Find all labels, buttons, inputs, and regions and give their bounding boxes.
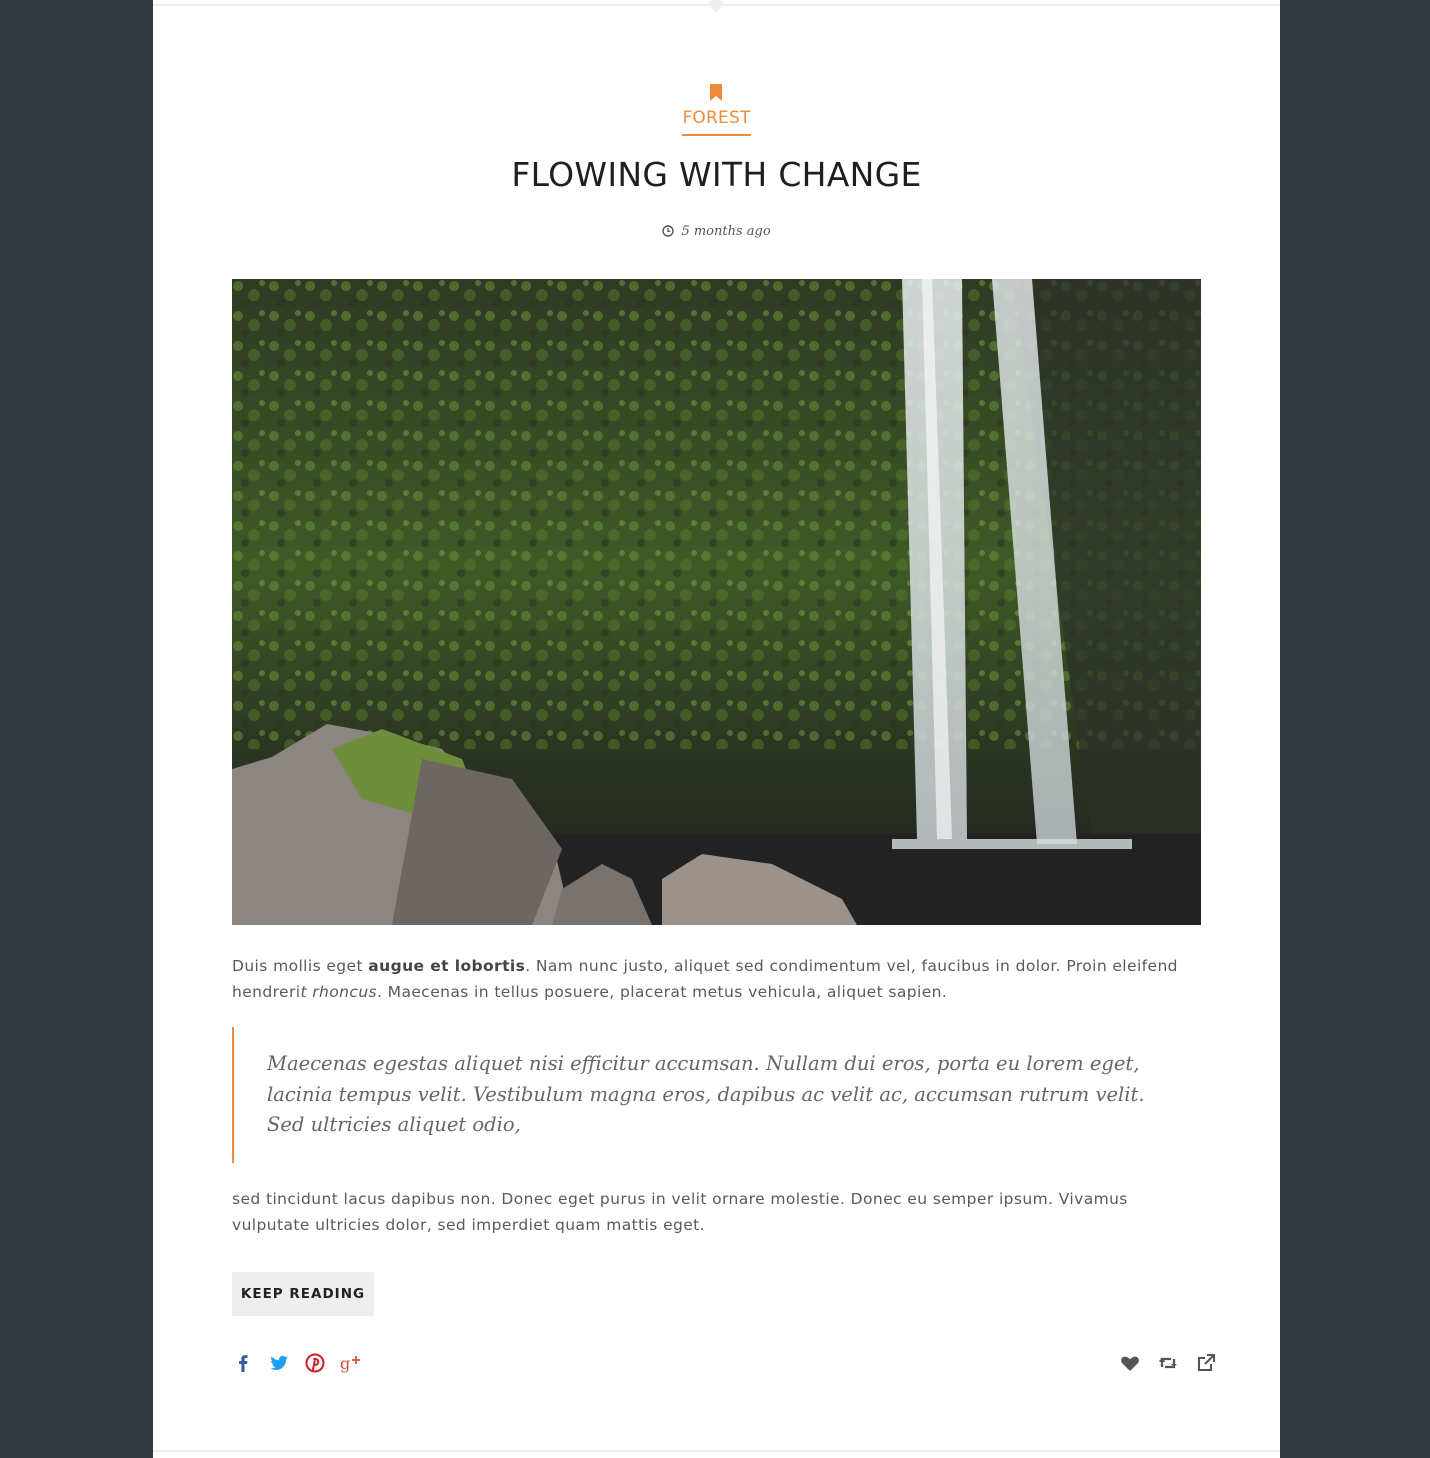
retweet-icon[interactable] <box>1157 1352 1179 1374</box>
google-plus-icon[interactable]: g <box>340 1352 362 1374</box>
clock-icon <box>662 225 675 237</box>
category-link[interactable]: FOREST <box>682 108 751 136</box>
quote-text: Maecenas egestas aliquet nisi efficitur … <box>267 1052 1145 1136</box>
post-title[interactable]: FLOWING WITH CHANGE <box>153 155 1280 194</box>
post-meta: 5 months ago <box>153 224 1280 239</box>
share-icons: g <box>232 1351 376 1375</box>
post-card: FOREST FLOWING WITH CHANGE 5 months ago <box>153 0 1280 1458</box>
facebook-icon[interactable] <box>232 1352 254 1374</box>
svg-text:g: g <box>340 1354 350 1373</box>
bottom-divider <box>153 1450 1280 1452</box>
heart-icon[interactable] <box>1119 1352 1141 1374</box>
bookmark-icon <box>710 84 722 101</box>
intro-paragraph: Duis mollis eget augue et lobortis. Nam … <box>232 957 1178 1001</box>
blockquote: Maecenas egestas aliquet nisi efficitur … <box>232 1027 1154 1163</box>
category: FOREST <box>153 108 1280 136</box>
twitter-icon[interactable] <box>268 1352 290 1374</box>
keep-reading-button[interactable]: KEEP READING <box>232 1272 374 1316</box>
post-date: 5 months ago <box>681 224 771 239</box>
featured-image[interactable] <box>232 279 1201 925</box>
top-divider-ornament <box>707 0 725 13</box>
outro-paragraph: sed tincidunt lacus dapibus non. Donec e… <box>232 1190 1128 1234</box>
external-link-icon[interactable] <box>1195 1352 1217 1374</box>
pinterest-icon[interactable] <box>304 1352 326 1374</box>
post-actions <box>1103 1351 1217 1375</box>
